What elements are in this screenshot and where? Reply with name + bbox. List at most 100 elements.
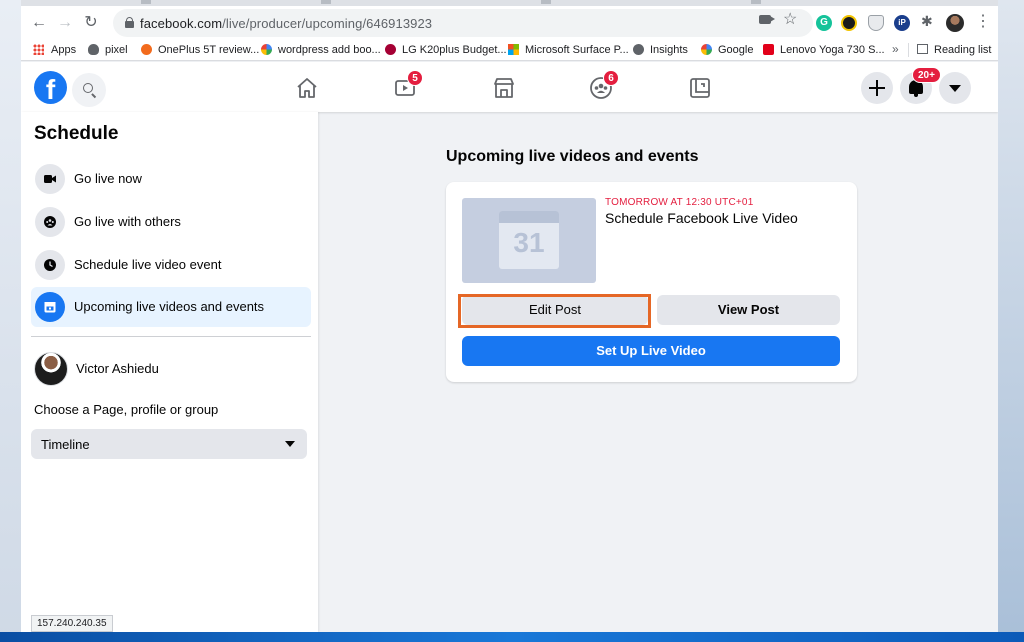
home-icon[interactable] bbox=[295, 76, 319, 100]
calendar-icon bbox=[35, 292, 65, 322]
bookmark-microsoft[interactable]: Microsoft Surface P... bbox=[508, 43, 629, 57]
bookmark-label: Insights bbox=[650, 44, 688, 56]
desktop-right-edge bbox=[998, 0, 1024, 642]
google-icon bbox=[261, 44, 272, 55]
browser-window: ← → ↻ facebook.com/live/producer/upcomin… bbox=[21, 0, 998, 632]
bookmarks-bar: Apps pixel OnePlus 5T review... wordpres… bbox=[21, 39, 998, 61]
bookmark-label: Lenovo Yoga 730 S... bbox=[780, 44, 885, 56]
notifications-button[interactable]: 20+ bbox=[900, 67, 941, 104]
lg-icon bbox=[385, 44, 396, 55]
event-thumbnail: 31 bbox=[462, 198, 596, 283]
globe-icon bbox=[633, 44, 644, 55]
bookmark-oneplus[interactable]: OnePlus 5T review... bbox=[141, 43, 259, 57]
tab-favicon bbox=[541, 0, 551, 4]
account-menu-button[interactable] bbox=[939, 72, 971, 104]
edit-post-highlight bbox=[458, 294, 651, 328]
desktop-left-edge bbox=[0, 0, 21, 642]
create-button[interactable] bbox=[861, 72, 893, 104]
bookmark-apps[interactable]: Apps bbox=[33, 43, 76, 57]
browser-toolbar: ← → ↻ facebook.com/live/producer/upcomin… bbox=[21, 6, 998, 39]
plus-icon bbox=[869, 80, 885, 96]
page-title: Upcoming live videos and events bbox=[446, 148, 699, 165]
tab-favicon bbox=[321, 0, 331, 4]
lock-icon[interactable] bbox=[125, 17, 134, 28]
sidebar-item-go-live-with-others[interactable]: Go live with others bbox=[31, 202, 311, 242]
back-arrow-icon[interactable]: ← bbox=[29, 13, 49, 33]
choose-target-label: Choose a Page, profile or group bbox=[34, 402, 219, 417]
event-title: Schedule Facebook Live Video bbox=[605, 210, 798, 226]
reading-list-label: Reading list bbox=[934, 44, 992, 56]
clock-icon bbox=[35, 250, 65, 280]
user-avatar[interactable] bbox=[34, 352, 68, 386]
bookmark-label: wordpress add boo... bbox=[278, 44, 381, 56]
groups-icon[interactable]: 6 bbox=[589, 70, 619, 100]
caret-down-icon bbox=[949, 85, 961, 92]
bookmark-label: pixel bbox=[105, 44, 128, 56]
url-path: /live/producer/upcoming/646913923 bbox=[222, 16, 433, 31]
sidebar-item-schedule-live-video-event[interactable]: Schedule live video event bbox=[31, 245, 311, 285]
facebook-header: f 5 6 20+ bbox=[21, 62, 998, 112]
view-post-button[interactable]: View Post bbox=[657, 295, 840, 325]
bookmark-insights[interactable]: Insights bbox=[633, 43, 688, 57]
notifications-badge: 20+ bbox=[912, 67, 941, 83]
extension-icon[interactable] bbox=[841, 15, 857, 31]
ip-extension-icon[interactable]: iP bbox=[894, 15, 910, 31]
bookmark-label: OnePlus 5T review... bbox=[158, 44, 260, 56]
more-bookmarks-chevron[interactable]: » bbox=[892, 42, 899, 56]
bookmark-label: Microsoft Surface P... bbox=[525, 44, 629, 56]
reload-icon[interactable]: ↻ bbox=[81, 13, 101, 33]
bookmark-google[interactable]: Google bbox=[701, 43, 753, 57]
apps-grid-icon bbox=[33, 44, 44, 55]
facebook-logo-icon[interactable]: f bbox=[34, 71, 67, 104]
target-dropdown-value: Timeline bbox=[41, 437, 90, 452]
grammarly-extension-icon[interactable]: G bbox=[816, 15, 832, 31]
bookmark-lg[interactable]: LG K20plus Budget... bbox=[385, 43, 507, 57]
url-text[interactable]: facebook.com/live/producer/upcoming/6469… bbox=[140, 16, 432, 31]
status-bar-url: 157.240.240.35 bbox=[31, 615, 113, 632]
apple-icon bbox=[88, 44, 99, 55]
taskbar-edge bbox=[0, 632, 1024, 642]
bookmark-star-icon[interactable]: ☆ bbox=[783, 9, 797, 29]
target-dropdown[interactable]: Timeline bbox=[31, 429, 307, 459]
dropdown-caret-icon bbox=[285, 441, 295, 447]
bookmark-label: Google bbox=[718, 44, 754, 56]
bookmark-wordpress[interactable]: wordpress add boo... bbox=[261, 43, 381, 57]
watch-icon[interactable]: 5 bbox=[393, 70, 423, 100]
gaming-icon[interactable] bbox=[688, 76, 712, 100]
bookmark-label: Apps bbox=[51, 44, 77, 56]
browser-profile-avatar[interactable] bbox=[946, 14, 964, 32]
microsoft-icon bbox=[508, 44, 519, 55]
sidebar-divider bbox=[31, 336, 311, 337]
reading-list-button[interactable]: Reading list bbox=[917, 43, 991, 57]
camera-icon[interactable] bbox=[759, 15, 775, 24]
set-up-live-video-button[interactable]: Set Up Live Video bbox=[462, 336, 840, 366]
reading-list-icon bbox=[917, 44, 928, 54]
sidebar-item-go-live-now[interactable]: Go live now bbox=[31, 159, 311, 199]
search-button[interactable] bbox=[72, 73, 106, 107]
sidebar-item-upcoming-live-videos[interactable]: Upcoming live videos and events bbox=[31, 287, 311, 327]
sidebar-item-label: Go live with others bbox=[74, 214, 181, 229]
sidebar-item-label: Schedule live video event bbox=[74, 257, 222, 272]
address-bar[interactable]: facebook.com/live/producer/upcoming/6469… bbox=[113, 9, 813, 37]
bookmarks-divider bbox=[908, 43, 909, 57]
user-name: Victor Ashiedu bbox=[76, 361, 159, 376]
marketplace-icon[interactable] bbox=[492, 76, 516, 100]
tab-favicon bbox=[141, 0, 151, 4]
forward-arrow-icon[interactable]: → bbox=[55, 13, 75, 33]
event-time: TOMORROW AT 12:30 UTC+01 bbox=[605, 197, 754, 208]
search-icon bbox=[83, 83, 93, 93]
bookmark-label: LG K20plus Budget... bbox=[402, 44, 507, 56]
watch-badge: 5 bbox=[407, 70, 423, 86]
extensions-puzzle-icon[interactable]: ✱ bbox=[921, 14, 935, 28]
video-camera-icon bbox=[35, 164, 65, 194]
bookmark-lenovo[interactable]: Lenovo Yoga 730 S... bbox=[763, 43, 885, 57]
kebab-menu-icon[interactable]: ⋮ bbox=[975, 12, 991, 32]
bookmark-pixel[interactable]: pixel bbox=[88, 43, 128, 57]
schedule-sidebar: Schedule Go live now Go live with others… bbox=[21, 112, 318, 632]
sidebar-item-label: Go live now bbox=[74, 171, 142, 186]
site-favicon-icon bbox=[141, 44, 152, 55]
groups-badge: 6 bbox=[603, 70, 619, 86]
group-icon bbox=[35, 207, 65, 237]
shield-extension-icon[interactable] bbox=[868, 15, 884, 31]
calendar-icon: 31 bbox=[499, 211, 559, 269]
